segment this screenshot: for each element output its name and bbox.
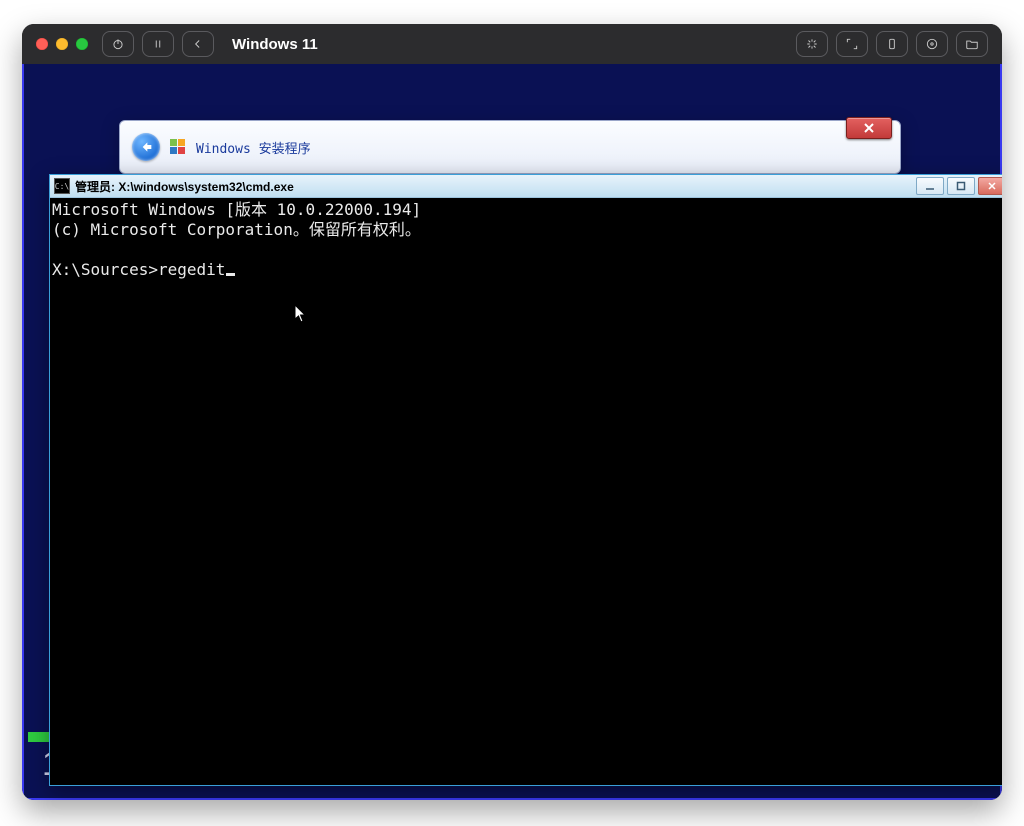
- cursor-icon: [226, 273, 235, 276]
- cmd-window[interactable]: C:\ 管理员: X:\windows\system32\cmd.exe: [49, 174, 1002, 786]
- cmd-icon: C:\: [54, 178, 70, 194]
- setup-back-button[interactable]: [132, 133, 160, 161]
- cmd-title: 管理员: X:\windows\system32\cmd.exe: [75, 178, 916, 195]
- disc-icon[interactable]: [916, 31, 948, 57]
- close-icon[interactable]: [36, 38, 48, 50]
- fullscreen-icon[interactable]: [836, 31, 868, 57]
- vm-title: Windows 11: [232, 36, 788, 53]
- cmd-maximize-button[interactable]: [947, 177, 975, 195]
- usb-icon[interactable]: [876, 31, 908, 57]
- activity-icon[interactable]: [796, 31, 828, 57]
- cmd-banner-line2: (c) Microsoft Corporation。保留所有权利。: [52, 220, 421, 239]
- cmd-close-button[interactable]: [978, 177, 1002, 195]
- traffic-lights: [36, 38, 88, 50]
- mac-titlebar: Windows 11: [22, 24, 1002, 64]
- minimize-icon[interactable]: [56, 38, 68, 50]
- pause-button[interactable]: [142, 31, 174, 57]
- windows-setup-window[interactable]: Windows 安装程序: [119, 120, 901, 174]
- cmd-minimize-button[interactable]: [916, 177, 944, 195]
- cmd-terminal[interactable]: Microsoft Windows [版本 10.0.22000.194] (c…: [50, 198, 1002, 785]
- zoom-icon[interactable]: [76, 38, 88, 50]
- cmd-titlebar[interactable]: C:\ 管理员: X:\windows\system32\cmd.exe: [50, 175, 1002, 198]
- power-button[interactable]: [102, 31, 134, 57]
- cmd-prompt: X:\Sources>: [52, 260, 158, 279]
- vm-host-window: Windows 11: [22, 24, 1002, 800]
- setup-title: Windows 安装程序: [196, 138, 311, 157]
- status-chip: [28, 732, 50, 742]
- cmd-input[interactable]: regedit: [158, 260, 225, 279]
- cmd-banner-line1: Microsoft Windows [版本 10.0.22000.194]: [52, 200, 421, 219]
- folder-icon[interactable]: [956, 31, 988, 57]
- guest-desktop[interactable]: 12: [22, 64, 1002, 800]
- back-button[interactable]: [182, 31, 214, 57]
- windows-setup-icon: [170, 139, 186, 155]
